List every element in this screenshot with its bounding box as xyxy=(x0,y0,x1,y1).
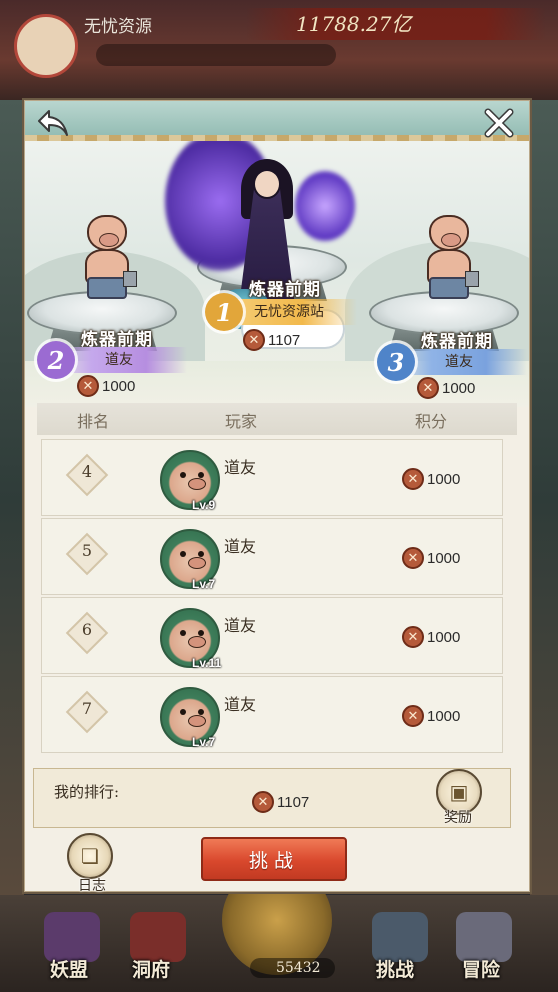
score-icon: ✕ xyxy=(402,705,424,727)
table-row[interactable]: 4 Lv.9 道友 ✕ 1000 xyxy=(41,439,503,516)
score-icon: ✕ xyxy=(402,547,424,569)
col-player: 玩家 xyxy=(225,412,258,431)
back-arrow-icon xyxy=(38,110,68,136)
nav-cave[interactable]: 洞府 xyxy=(132,955,170,982)
character-2[interactable] xyxy=(79,215,137,303)
background-scene-left xyxy=(0,100,24,900)
score-1: ✕ 1107 xyxy=(243,329,300,351)
name-3: 道友 xyxy=(445,354,473,370)
player-name: 道友 xyxy=(224,616,257,635)
scroll-icon: ❏ xyxy=(67,833,113,879)
name-1: 无忧资源站 xyxy=(254,304,324,320)
row-score: ✕ 1000 xyxy=(402,626,460,648)
row-score: ✕ 1000 xyxy=(402,705,460,727)
col-rank: 排名 xyxy=(77,412,110,431)
reward-button[interactable]: ▣ 奖励 xyxy=(430,769,490,831)
rank-number: 6 xyxy=(81,620,93,639)
rank-number: 5 xyxy=(81,541,93,560)
my-rank-score: ✕ 1107 xyxy=(252,791,309,813)
resource-bar xyxy=(96,44,336,66)
background-scene-right xyxy=(530,100,558,900)
reward-label: 奖励 xyxy=(444,810,472,826)
level-badge: Lv.11 xyxy=(192,656,222,670)
log-label: 日志 xyxy=(78,878,106,894)
player-name: 道友 xyxy=(224,695,257,714)
ranking-column-header: 排名 玩家 积分 xyxy=(37,403,517,435)
table-row[interactable]: 7 Lv.7 道友 ✕ 1000 xyxy=(41,676,503,753)
my-rank-label: 我的排行: xyxy=(54,783,120,801)
realm-1: 炼器前期 xyxy=(249,280,321,300)
nav-adventure[interactable]: 冒险 xyxy=(462,955,500,982)
row-score: ✕ 1000 xyxy=(402,468,460,490)
row-score: ✕ 1000 xyxy=(402,547,460,569)
player-name: 道友 xyxy=(224,458,257,477)
table-row[interactable]: 5 Lv.7 道友 ✕ 1000 xyxy=(41,518,503,595)
player-avatar[interactable] xyxy=(14,14,78,78)
score-icon: ✕ xyxy=(417,377,439,399)
table-row[interactable]: 6 Lv.11 道友 ✕ 1000 xyxy=(41,597,503,674)
rank-medal-3: 3 xyxy=(377,343,415,381)
rank-medal-2: 2 xyxy=(37,341,75,379)
level-badge: Lv.9 xyxy=(192,498,216,512)
close-icon xyxy=(484,108,514,138)
ranking-list[interactable]: 4 Lv.9 道友 ✕ 1000 5 Lv.7 道友 ✕ 1000 6 Lv.1… xyxy=(41,439,503,757)
challenge-button[interactable]: 挑战 xyxy=(201,837,347,881)
stone-count: 55432 xyxy=(250,958,335,978)
ranking-dialog: 炼器前期 无忧资源站 1 ✕ 1107 炼器前期 道友 2 ✕ 1000 炼器前… xyxy=(24,100,530,894)
level-badge: Lv.7 xyxy=(192,577,216,591)
score-icon: ✕ xyxy=(77,375,99,397)
score-icon: ✕ xyxy=(402,468,424,490)
close-button[interactable] xyxy=(479,103,519,143)
rank-number: 7 xyxy=(81,699,93,718)
score-3: ✕ 1000 xyxy=(417,377,475,399)
level-badge: Lv.7 xyxy=(192,735,216,749)
nav-alliance[interactable]: 妖盟 xyxy=(50,955,88,982)
log-button[interactable]: ❏ 日志 xyxy=(65,831,119,894)
rank-medal-1: 1 xyxy=(205,293,243,331)
col-score: 积分 xyxy=(415,412,448,431)
score-icon: ✕ xyxy=(252,791,274,813)
score-icon: ✕ xyxy=(402,626,424,648)
dialog-header xyxy=(25,101,529,141)
rank-number: 4 xyxy=(81,462,93,481)
score-2: ✕ 1000 xyxy=(77,375,135,397)
score-icon: ✕ xyxy=(243,329,265,351)
player-name: 道友 xyxy=(224,537,257,556)
nav-battle[interactable]: 挑战 xyxy=(376,955,414,982)
player-name: 无忧资源 xyxy=(84,17,152,37)
back-button[interactable] xyxy=(33,103,73,143)
power-value: 11788.27亿 xyxy=(246,8,546,40)
character-3[interactable] xyxy=(421,215,479,303)
name-2: 道友 xyxy=(105,352,133,368)
my-rank-panel: 我的排行: ✕ 1107 ▣ 奖励 xyxy=(33,768,511,828)
